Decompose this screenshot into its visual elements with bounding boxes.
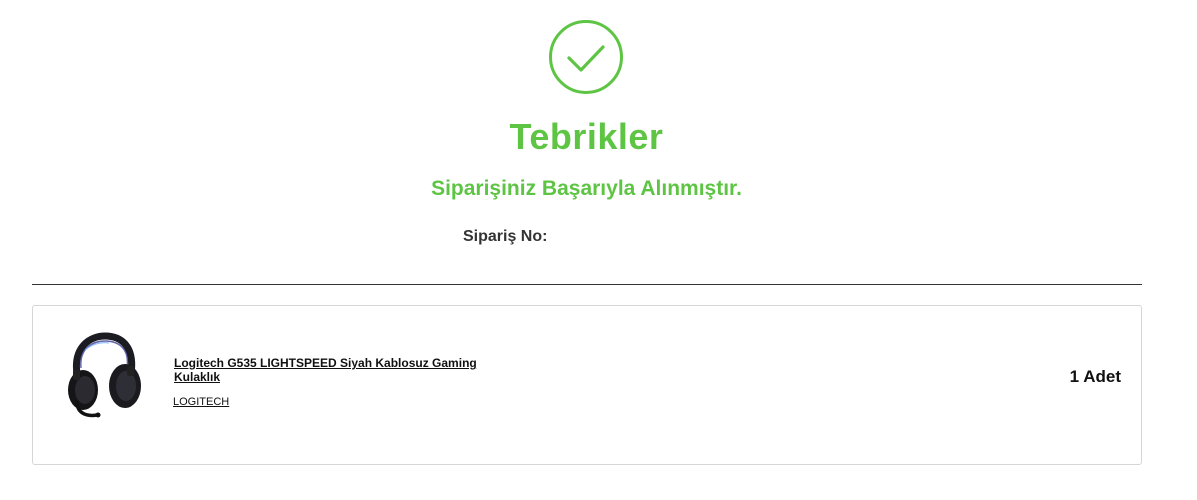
checkmark-circle-icon bbox=[549, 20, 623, 94]
product-name-link[interactable]: Logitech G535 LIGHTSPEED Siyah Kablosuz … bbox=[174, 356, 494, 384]
order-item-card: Logitech G535 LIGHTSPEED Siyah Kablosuz … bbox=[32, 305, 1142, 465]
divider bbox=[32, 284, 1142, 285]
success-message: Siparişiniz Başarıyla Alınmıştır. bbox=[431, 177, 742, 200]
product-image[interactable] bbox=[63, 332, 145, 420]
order-number: Sipariş No: bbox=[463, 228, 708, 246]
product-brand-link[interactable]: LOGITECH bbox=[173, 396, 229, 408]
product-quantity: 1 Adet bbox=[1069, 367, 1121, 386]
page-title: Tebrikler bbox=[509, 116, 664, 157]
order-confirmation-page: Tebrikler Siparişiniz Başarıyla Alınmışt… bbox=[0, 0, 1197, 500]
order-number-label: Sipariş No: bbox=[463, 228, 548, 245]
order-number-value bbox=[558, 230, 708, 244]
